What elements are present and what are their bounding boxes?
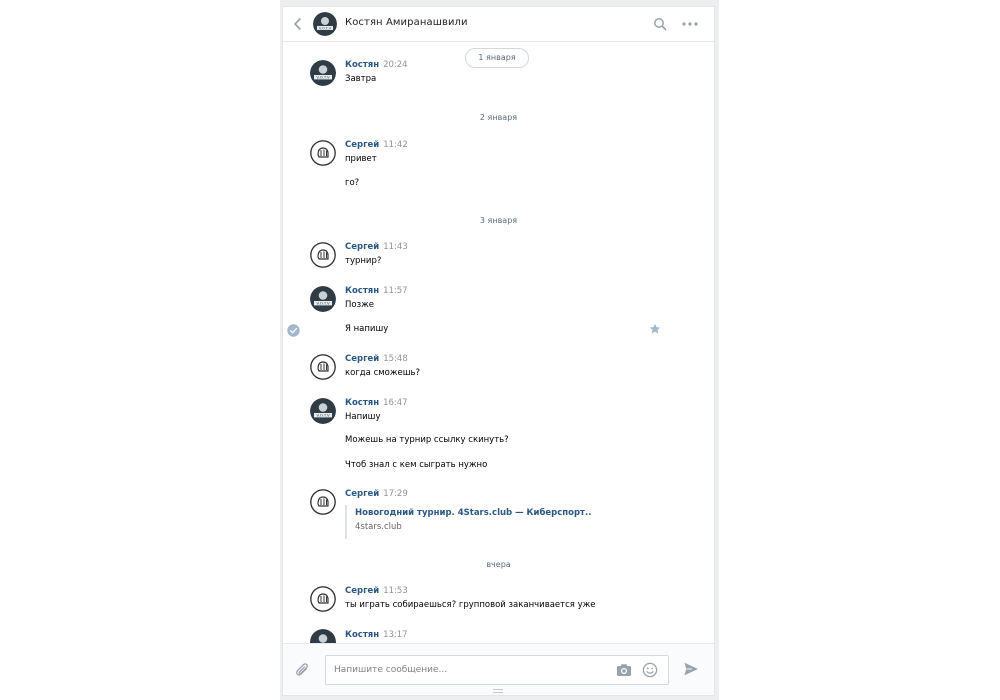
message-input-box (325, 655, 669, 685)
message-author[interactable]: Сергей 11:53 (345, 586, 408, 596)
message-text: Завтра (345, 74, 377, 84)
message-text: Позже (345, 300, 374, 310)
message-text: ты играть собираешься? групповой заканчи… (345, 600, 596, 610)
message-author[interactable]: Сергей 11:43 (345, 242, 408, 252)
message-time: 13:17 (383, 630, 408, 640)
message-history[interactable] (283, 42, 714, 642)
message-author[interactable]: Сергей 15:48 (345, 354, 408, 364)
message-input[interactable] (326, 656, 604, 684)
emoji-icon[interactable] (642, 662, 658, 678)
svg-text:V.O.T.V: V.O.T.V (316, 301, 330, 306)
message-time: 17:29 (383, 489, 408, 499)
send-icon[interactable] (683, 661, 699, 677)
message-author[interactable]: Костян 16:47 (345, 398, 408, 408)
chat-window: V.O.T.V Костян Амиранашвили 1 января V.O… (282, 6, 715, 696)
message-text: когда сможешь? (345, 368, 421, 378)
kostyan-avatar[interactable]: V.O.T.V (310, 60, 336, 86)
check-circle-icon[interactable] (287, 324, 300, 337)
link-attachment[interactable]: Новогодний турнир. 4Stars.club — Киберсп… (345, 505, 591, 539)
message-time: 11:57 (383, 286, 408, 296)
message-time: 15:48 (383, 354, 408, 364)
svg-text:V.O.T.V: V.O.T.V (316, 413, 330, 418)
message-time: 11:53 (383, 586, 408, 596)
message-text: Напишу (345, 412, 381, 422)
more-dots-icon[interactable] (680, 18, 700, 30)
kostyan-avatar[interactable]: V.O.T.V (313, 12, 337, 36)
message-text: Чтоб знал с кем сыграть нужно (345, 460, 488, 470)
svg-text:V.O.T.V: V.O.T.V (316, 75, 330, 80)
date-separator-pill: 1 января (465, 48, 529, 68)
message-author[interactable]: Сергей 17:29 (345, 489, 408, 499)
message-author[interactable]: Костян 20:24 (345, 60, 408, 70)
sergey-avatar[interactable] (310, 242, 336, 268)
message-time: 11:42 (383, 140, 408, 150)
search-icon[interactable] (653, 17, 667, 31)
right-blank-area (719, 0, 1000, 700)
message-time: 16:47 (383, 398, 408, 408)
date-separator: 3 января (479, 216, 518, 225)
svg-text:V.O.T.V: V.O.T.V (319, 26, 332, 30)
kostyan-avatar[interactable]: V.O.T.V (310, 286, 336, 312)
message-text: го? (345, 178, 360, 188)
message-time: 11:43 (383, 242, 408, 252)
message-text: турнир? (345, 256, 382, 266)
sergey-avatar[interactable] (310, 140, 336, 166)
chevron-left-icon[interactable] (291, 16, 305, 32)
chat-header: V.O.T.V Костян Амиранашвили (283, 7, 714, 42)
message-time: 20:24 (383, 60, 408, 70)
message-composer (283, 643, 714, 695)
kostyan-avatar[interactable]: V.O.T.V (310, 398, 336, 424)
message-author[interactable]: Сергей 11:42 (345, 140, 408, 150)
resize-handle-icon[interactable] (493, 689, 503, 693)
message-author[interactable]: Костян 11:57 (345, 286, 408, 296)
sergey-avatar[interactable] (310, 354, 336, 380)
paperclip-icon[interactable] (295, 662, 311, 680)
sergey-avatar[interactable] (310, 586, 336, 612)
message-text: Можешь на турнир ссылку скинуть? (345, 435, 509, 445)
message-text: привет (345, 154, 377, 164)
camera-icon[interactable] (616, 663, 632, 677)
star-icon[interactable] (649, 323, 661, 335)
link-title[interactable]: Новогодний турнир. 4Stars.club — Киберсп… (355, 505, 591, 520)
chat-title[interactable]: Костян Амиранашвили (345, 17, 468, 28)
left-blank-area (0, 0, 280, 700)
date-separator: 2 января (479, 113, 518, 122)
sergey-avatar[interactable] (310, 489, 336, 515)
link-domain: 4stars.club (355, 522, 402, 532)
message-text: Я напишу (345, 324, 389, 334)
date-separator: вчера (486, 560, 511, 569)
message-author[interactable]: Костян 13:17 (345, 630, 408, 640)
